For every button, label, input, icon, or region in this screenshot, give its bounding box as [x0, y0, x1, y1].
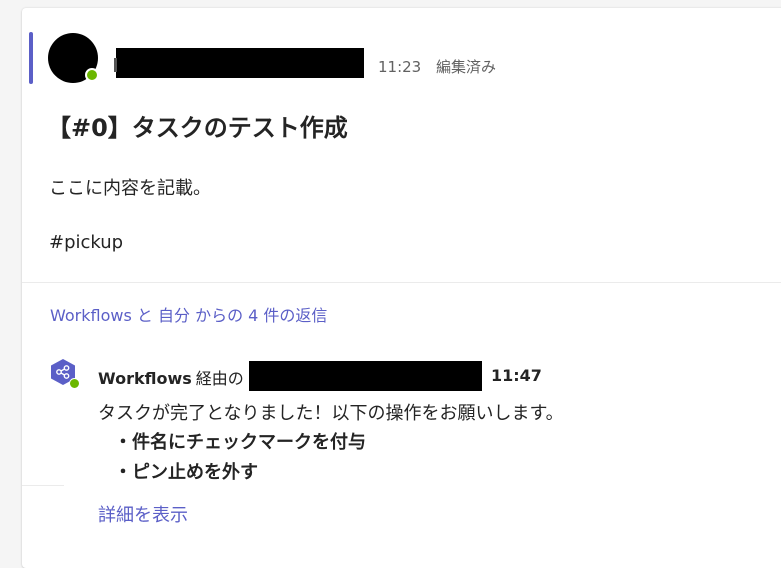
message-meta: 11:23 編集済み	[378, 56, 496, 77]
reply-author: Workflows 経由の	[98, 365, 244, 389]
workflows-hexagon-icon[interactable]	[49, 358, 80, 389]
redaction-edge	[114, 58, 117, 72]
message-body-line: ここに内容を記載。	[49, 178, 211, 199]
reply-divider	[22, 485, 64, 486]
author-name-redacted	[114, 48, 364, 78]
hashtag-text: #pickup	[49, 232, 124, 253]
unread-accent-bar	[29, 32, 33, 84]
reply-bullet-item: ・ピン止めを外す	[114, 462, 258, 483]
check-badge-icon	[69, 378, 80, 389]
reply-message: タスクが完了となりました！以下の操作をお願いします。	[98, 403, 564, 424]
edited-label: 編集済み	[436, 58, 497, 76]
show-details-link[interactable]: 詳細を表示	[98, 501, 188, 527]
replies-summary-link[interactable]: Workflows と 自分 からの 4 件の返信	[50, 302, 327, 326]
reply-bullet-item: ・件名にチェックマークを付与	[114, 432, 366, 453]
presence-available-icon	[85, 68, 99, 82]
reply-timestamp[interactable]: 11:47	[491, 366, 542, 385]
reply-sender-redacted	[249, 361, 482, 391]
message-card: 11:23 編集済み 【#0】タスクのテスト作成 ここに内容を記載。 #pick…	[22, 8, 781, 568]
via-label: 経由の	[195, 369, 244, 388]
message-title: 【#0】タスクのテスト作成	[47, 114, 348, 142]
message-timestamp[interactable]: 11:23	[378, 58, 421, 76]
thread-divider	[22, 282, 781, 283]
app-name[interactable]: Workflows	[98, 369, 192, 388]
